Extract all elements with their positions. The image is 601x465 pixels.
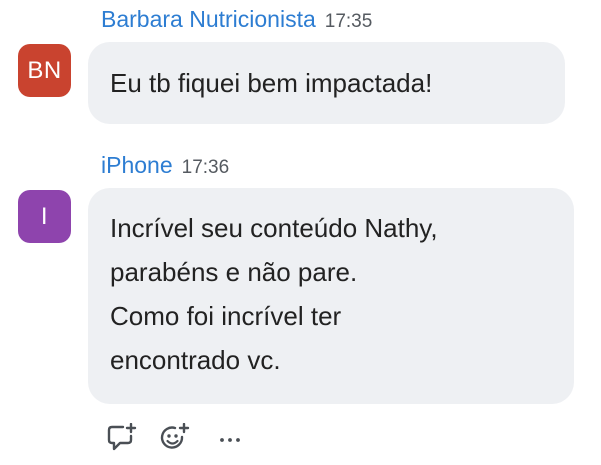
message-text-line: Incrível seu conteúdo Nathy, [110,213,438,243]
message-text-line: encontrado vc. [110,345,281,375]
message-timestamp: 17:36 [181,157,230,178]
more-options-icon [220,438,240,442]
sender-name[interactable]: iPhone [101,152,173,179]
message-actions [104,422,248,454]
more-options-button[interactable] [212,422,248,454]
message-text-line: parabéns e não pare. [110,257,358,287]
add-reaction-button[interactable] [158,422,194,454]
reply-comment-icon [107,423,137,451]
message-header: Barbara Nutricionista 17:35 [101,6,372,34]
reply-button[interactable] [104,422,140,454]
message-text-line: Eu tb fiquei bem impactada! [110,68,433,98]
chat-thread: BN Barbara Nutricionista 17:35 Eu tb fiq… [0,0,601,465]
sender-name[interactable]: Barbara Nutricionista [101,6,316,33]
add-reaction-icon [160,423,190,449]
message-bubble[interactable]: Eu tb fiquei bem impactada! [88,42,565,124]
message-bubble[interactable]: Incrível seu conteúdo Nathy, parabéns e … [88,188,574,404]
message-text-line: Como foi incrível ter [110,301,342,331]
message-timestamp: 17:35 [324,11,373,32]
avatar[interactable]: BN [18,44,71,97]
avatar[interactable]: I [18,190,71,243]
message-header: iPhone 17:36 [101,152,229,180]
